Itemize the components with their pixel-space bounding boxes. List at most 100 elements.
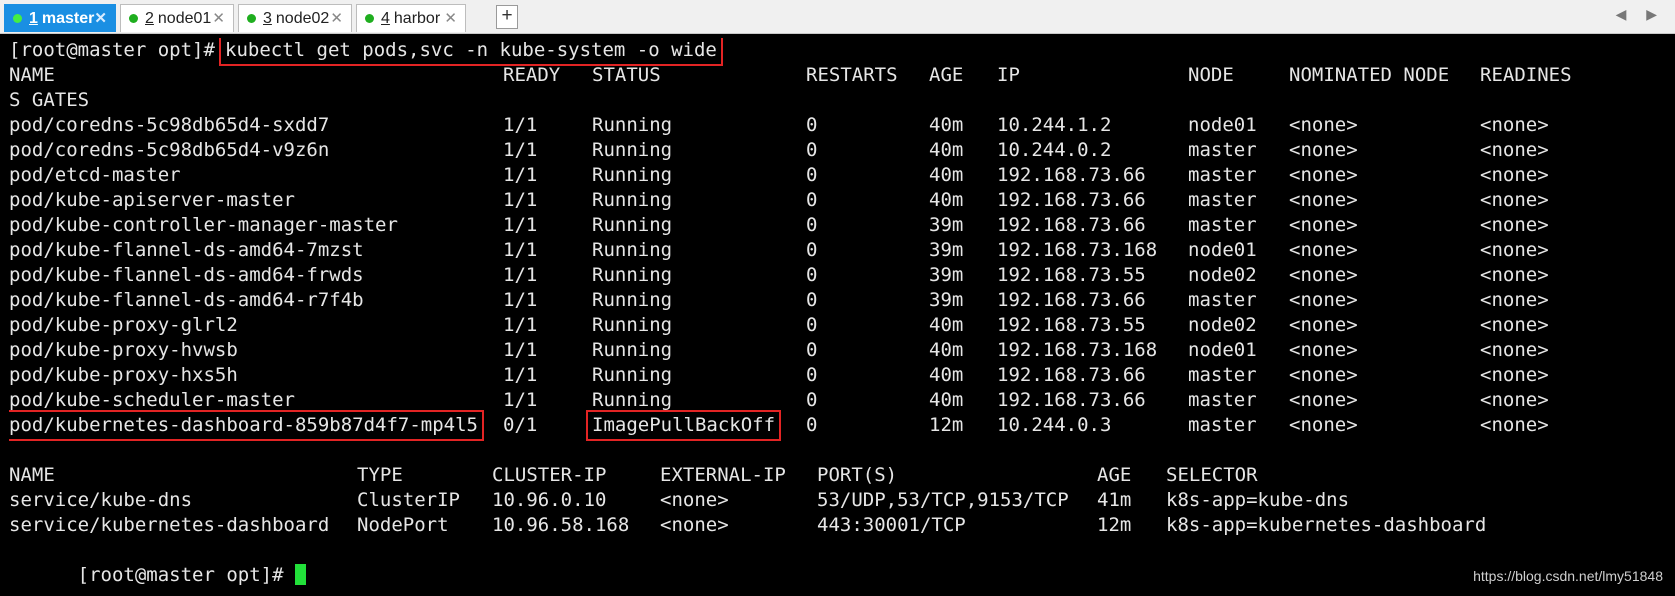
table-row: service/kube-dns ClusterIP 10.96.0.10 <none…	[9, 488, 1669, 513]
cell-node: node02	[1188, 314, 1257, 336]
table-row: pod/etcd-master 1/1 Running 0 40m 192.168.73.…	[9, 163, 1669, 188]
tab-harbor[interactable]: 4 harbor ✕	[356, 4, 466, 32]
terminal-output[interactable]: [root@master opt]# kubectl get pods,svc …	[9, 38, 1669, 594]
cell-readiness-gates: <none>	[1480, 414, 1549, 436]
cell-restarts: 0	[806, 314, 818, 336]
cell-age: 40m	[929, 364, 964, 386]
cell-ready: 1/1	[503, 139, 538, 161]
cell-status: Running	[592, 389, 673, 411]
pods-table: pod/coredns-5c98db65d4-sxdd7 1/1 Running 0 4…	[9, 113, 1669, 441]
header-name: NAME	[9, 464, 55, 486]
cell-ready: 0/1	[503, 414, 538, 436]
header-age: AGE	[929, 64, 964, 86]
table-row: pod/kubernetes-dashboard-859b87d4f7-mp4l…	[9, 410, 1669, 441]
header-ip: IP	[997, 64, 1020, 86]
cell-age: 12m	[929, 414, 964, 436]
prompt-line[interactable]: [root@master opt]#	[9, 538, 1669, 586]
tab-scroll-arrows-icon[interactable]: ◀ ▶	[1616, 6, 1665, 23]
cell-ip: 192.168.73.66	[997, 189, 1146, 211]
cell-status: Running	[592, 264, 673, 286]
cell-ready: 1/1	[503, 264, 538, 286]
close-icon[interactable]: ✕	[444, 9, 457, 27]
cell-ports: 443:30001/TCP	[817, 514, 966, 536]
cell-name: pod/kube-apiserver-master	[9, 189, 295, 211]
pods-header-wrap: S GATES	[9, 88, 1669, 113]
cell-nominated-node: <none>	[1289, 289, 1358, 311]
close-icon[interactable]: ✕	[330, 9, 343, 27]
cell-restarts: 0	[806, 189, 818, 211]
add-tab-button[interactable]: +	[496, 5, 518, 29]
cell-name: service/kubernetes-dashboard	[9, 514, 330, 536]
watermark: https://blog.csdn.net/lmy51848	[1473, 568, 1663, 584]
cell-ready: 1/1	[503, 114, 538, 136]
cell-status: Running	[592, 139, 673, 161]
header-wrap-text: S GATES	[9, 89, 90, 111]
cell-age: 39m	[929, 264, 964, 286]
cell-status: Running	[592, 114, 673, 136]
table-row: pod/coredns-5c98db65d4-v9z6n 1/1 Running 0 4…	[9, 138, 1669, 163]
cell-ip: 192.168.73.66	[997, 289, 1146, 311]
header-readiness-gates: READINES	[1480, 64, 1572, 86]
cell-name: pod/kube-proxy-hvwsb	[9, 339, 238, 361]
cell-ready: 1/1	[503, 239, 538, 261]
table-row: pod/kube-scheduler-master 1/1 Running 0 40m 1…	[9, 388, 1669, 413]
table-row: pod/kube-flannel-ds-amd64-7mzst 1/1 Runnin…	[9, 238, 1669, 263]
cell-age: 39m	[929, 289, 964, 311]
cell-ip: 192.168.73.168	[997, 339, 1158, 361]
cell-status: Running	[592, 339, 673, 361]
cell-readiness-gates: <none>	[1480, 364, 1549, 386]
cell-cluster-ip: 10.96.0.10	[492, 489, 607, 511]
prompt-text: [root@master opt]#	[77, 564, 284, 586]
cell-status: Running	[592, 364, 673, 386]
cell-restarts: 0	[806, 164, 818, 186]
header-node: NODE	[1188, 64, 1234, 86]
tab-master[interactable]: 1 master ✕	[4, 4, 116, 32]
close-icon[interactable]: ✕	[212, 9, 225, 27]
cell-selector: k8s-app=kube-dns	[1166, 489, 1350, 511]
cell-nominated-node: <none>	[1289, 339, 1358, 361]
cell-ip: 192.168.73.66	[997, 364, 1146, 386]
cell-age: 40m	[929, 314, 964, 336]
cell-name: pod/coredns-5c98db65d4-v9z6n	[9, 139, 330, 161]
cell-ip: 192.168.73.168	[997, 239, 1158, 261]
cell-readiness-gates: <none>	[1480, 139, 1549, 161]
header-selector: SELECTOR	[1166, 464, 1258, 486]
tab-label: node01	[157, 9, 212, 27]
pods-table-header: NAME READY STATUS RESTARTS AGE IP NODE NOMINATE…	[9, 63, 1669, 88]
shell-prompt: [root@master opt]#	[9, 39, 215, 61]
cell-readiness-gates: <none>	[1480, 339, 1549, 361]
cell-ports: 53/UDP,53/TCP,9153/TCP	[817, 489, 1069, 511]
cell-name: pod/coredns-5c98db65d4-sxdd7	[9, 114, 330, 136]
tab-label: node02	[275, 9, 330, 27]
cell-type: ClusterIP	[357, 489, 460, 511]
header-age: AGE	[1097, 464, 1132, 486]
cell-restarts: 0	[806, 114, 818, 136]
cell-name: pod/kube-controller-manager-master	[9, 214, 398, 236]
cell-nominated-node: <none>	[1289, 164, 1358, 186]
cell-readiness-gates: <none>	[1480, 239, 1549, 261]
cell-age: 40m	[929, 189, 964, 211]
cell-nominated-node: <none>	[1289, 214, 1358, 236]
tab-number: 4	[381, 9, 390, 27]
cell-nominated-node: <none>	[1289, 314, 1358, 336]
close-icon[interactable]: ✕	[94, 9, 107, 27]
header-name: NAME	[9, 64, 55, 86]
tab-node01[interactable]: 2 node01 ✕	[120, 4, 234, 32]
cell-ip: 192.168.73.66	[997, 214, 1146, 236]
cell-node: master	[1188, 214, 1257, 236]
cell-nominated-node: <none>	[1289, 364, 1358, 386]
cell-age: 12m	[1097, 514, 1132, 536]
cell-age: 40m	[929, 339, 964, 361]
header-cluster-ip: CLUSTER-IP	[492, 464, 607, 486]
cell-restarts: 0	[806, 339, 818, 361]
cell-nominated-node: <none>	[1289, 189, 1358, 211]
cell-name: pod/etcd-master	[9, 164, 181, 186]
cell-ip: 192.168.73.66	[997, 389, 1146, 411]
cell-ready: 1/1	[503, 289, 538, 311]
cell-node: node02	[1188, 264, 1257, 286]
tab-node02[interactable]: 3 node02 ✕	[238, 4, 352, 32]
cell-restarts: 0	[806, 289, 818, 311]
cell-ip: 192.168.73.66	[997, 164, 1146, 186]
cell-ready: 1/1	[503, 389, 538, 411]
cell-selector: k8s-app=kubernetes-dashboard	[1166, 514, 1487, 536]
